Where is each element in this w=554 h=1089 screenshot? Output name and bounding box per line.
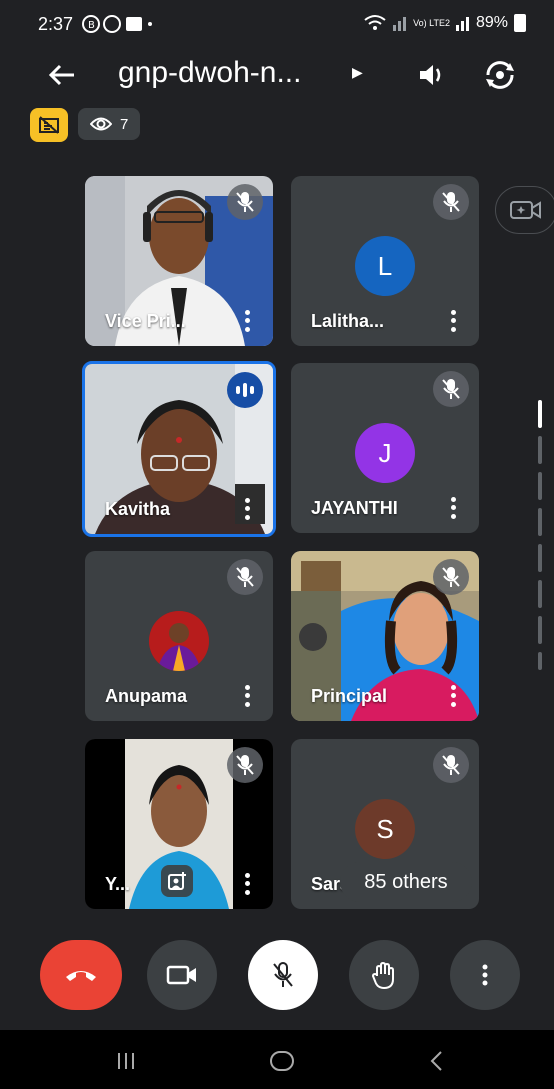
more-options-button[interactable] — [450, 940, 520, 1010]
wifi-icon — [364, 15, 386, 30]
raise-hand-button[interactable] — [349, 940, 419, 1010]
participant-tile[interactable]: J JAYANTHI — [291, 363, 479, 533]
system-back-button[interactable] — [416, 1046, 456, 1076]
volume-icon — [420, 65, 441, 85]
phone-hangup-icon — [66, 971, 96, 981]
more-vert-icon[interactable] — [445, 495, 461, 521]
viewers-chip[interactable]: 7 — [78, 108, 141, 140]
avatar: S — [355, 799, 415, 859]
chevron-left-icon — [430, 1051, 442, 1071]
battery-percent: 89% — [475, 14, 508, 31]
others-chip[interactable]: 85 others — [340, 862, 472, 902]
network-label: Vo) LTE2 — [413, 17, 450, 28]
more-vert-icon[interactable] — [239, 308, 255, 334]
mic-off-icon — [442, 755, 460, 775]
add-person-icon[interactable] — [161, 865, 193, 897]
video-off-indicator[interactable] — [30, 108, 68, 142]
chevron-right-icon[interactable]: ▶ — [352, 64, 363, 81]
more-vert-icon — [482, 964, 488, 986]
eye-icon — [90, 117, 112, 131]
signal-icon — [393, 17, 407, 31]
more-vert-icon[interactable] — [239, 496, 255, 522]
avatar: J — [355, 423, 415, 483]
mic-off-badge — [433, 559, 469, 595]
notification-icons: B — [82, 14, 152, 39]
participant-name: Principal — [311, 686, 388, 706]
mic-off-badge — [433, 371, 469, 407]
participant-name: Kavitha — [105, 499, 171, 519]
mic-off-icon — [236, 755, 254, 775]
mic-off-icon — [442, 192, 460, 212]
mic-off-icon — [442, 379, 460, 399]
photo-avatar — [149, 611, 209, 671]
video-camera-icon — [166, 965, 196, 985]
mic-toggle-button[interactable] — [248, 940, 318, 1010]
recents-icon — [118, 1053, 134, 1069]
scrollbar[interactable] — [538, 400, 542, 670]
mic-off-badge — [227, 559, 263, 595]
speaking-indicator — [227, 372, 263, 408]
mic-off-icon — [236, 567, 254, 587]
more-vert-icon[interactable] — [239, 683, 255, 709]
meeting-title[interactable]: gnp-dwoh-n... — [118, 56, 301, 90]
arrow-left-icon — [48, 64, 74, 86]
participant-tile[interactable]: Vice Pri... — [85, 176, 273, 346]
participant-name: JAYANTHI — [311, 498, 398, 518]
hand-icon — [371, 961, 394, 990]
home-button[interactable] — [262, 1046, 302, 1076]
mic-off-badge — [227, 184, 263, 220]
signal-icon-2 — [455, 17, 469, 31]
more-vert-icon[interactable] — [445, 308, 461, 334]
speaker-button[interactable] — [410, 55, 454, 95]
viewer-count: 7 — [120, 115, 129, 133]
more-vert-icon[interactable] — [445, 683, 461, 709]
participant-tile-active[interactable]: Kavitha — [82, 361, 276, 537]
camera-toggle-button[interactable] — [147, 940, 217, 1010]
avatar: L — [355, 236, 415, 296]
switch-camera-button[interactable] — [478, 55, 522, 95]
video-effects-icon — [510, 201, 541, 219]
participant-name: Y... — [105, 874, 131, 894]
status-time: 2:37 — [38, 14, 74, 34]
mic-off-icon — [236, 192, 254, 212]
participant-tile[interactable]: L Lalitha... — [291, 176, 479, 346]
participant-tile[interactable]: Principal — [291, 551, 479, 721]
switch-camera-icon — [486, 61, 514, 89]
mic-off-icon — [442, 567, 460, 587]
participant-name: Anupama — [105, 686, 188, 706]
participant-tile[interactable]: Y... — [85, 739, 273, 909]
mic-off-badge — [433, 184, 469, 220]
end-call-button[interactable] — [40, 940, 122, 1010]
participant-tile[interactable]: Anupama — [85, 551, 273, 721]
effects-button[interactable] — [495, 186, 554, 234]
status-right: Vo) LTE2 89% — [363, 14, 526, 32]
mic-off-icon — [273, 962, 293, 987]
participant-name: Vice Pri... — [105, 311, 186, 331]
more-vert-icon[interactable] — [239, 871, 255, 897]
mic-off-badge — [433, 747, 469, 783]
home-icon — [270, 1051, 294, 1071]
camera-off-icon — [39, 116, 59, 134]
participant-name: Lalitha... — [311, 311, 385, 331]
back-button[interactable] — [40, 55, 84, 95]
svg-text:B: B — [88, 20, 99, 31]
mic-off-badge — [227, 747, 263, 783]
recent-apps-button[interactable] — [106, 1046, 146, 1076]
battery-icon — [514, 14, 526, 32]
